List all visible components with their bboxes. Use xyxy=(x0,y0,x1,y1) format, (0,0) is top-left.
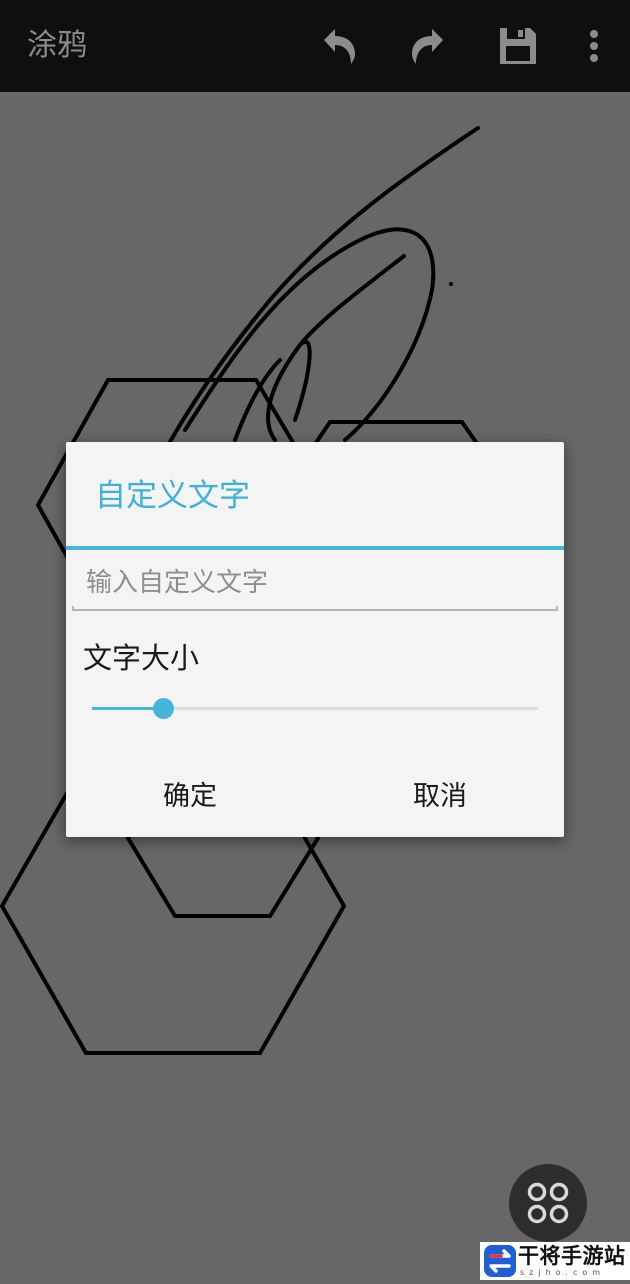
slider-thumb[interactable] xyxy=(153,698,174,719)
watermark-text: 干将手游站 xyxy=(518,1244,626,1268)
redo-button[interactable] xyxy=(402,20,454,72)
freehand-stroke xyxy=(233,358,282,442)
save-button[interactable] xyxy=(492,20,544,72)
text-size-label: 文字大小 xyxy=(83,641,200,675)
title-divider xyxy=(66,546,564,550)
more-options-button[interactable] xyxy=(568,20,620,72)
watermark-subtext: szjho.com xyxy=(520,1268,606,1277)
cancel-button[interactable]: 取消 xyxy=(340,775,540,819)
top-toolbar: 涂鸦 xyxy=(0,0,630,92)
save-icon xyxy=(500,28,536,64)
undo-icon xyxy=(324,29,355,64)
site-watermark: 干将手游站 szjho.com xyxy=(480,1242,630,1280)
ink-dot xyxy=(449,282,453,286)
swap-arrows-logo xyxy=(484,1245,516,1277)
custom-text-input[interactable] xyxy=(72,560,558,606)
input-underline xyxy=(72,606,558,611)
undo-button[interactable] xyxy=(313,20,365,72)
custom-text-dialog: 自定义文字 文字大小 确定 取消 xyxy=(66,442,564,837)
page-title: 涂鸦 xyxy=(27,28,87,63)
confirm-button[interactable]: 确定 xyxy=(90,775,290,819)
freehand-stroke xyxy=(293,340,312,422)
dialog-title: 自定义文字 xyxy=(95,478,250,514)
more-vert-icon xyxy=(590,30,598,62)
tools-fab-button[interactable] xyxy=(509,1164,587,1242)
redo-icon xyxy=(412,29,443,64)
freehand-stroke xyxy=(266,254,406,442)
grid-circles-icon xyxy=(527,1182,569,1224)
text-size-slider[interactable] xyxy=(92,698,538,720)
